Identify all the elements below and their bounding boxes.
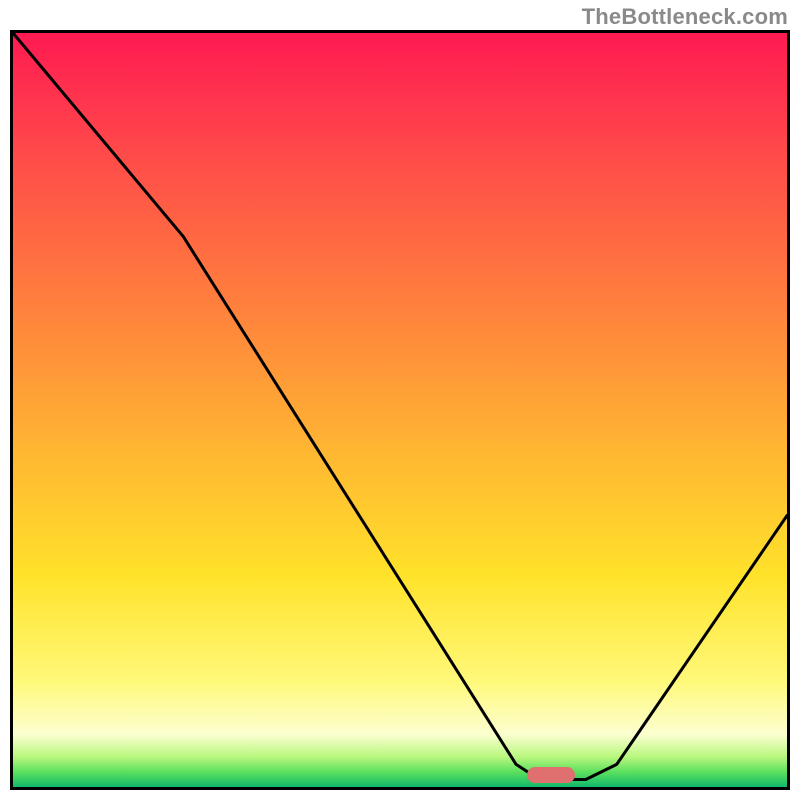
chart-frame	[10, 30, 790, 790]
bottleneck-curve	[13, 33, 787, 787]
attribution-text: TheBottleneck.com	[582, 4, 788, 30]
optimum-marker	[527, 767, 575, 783]
